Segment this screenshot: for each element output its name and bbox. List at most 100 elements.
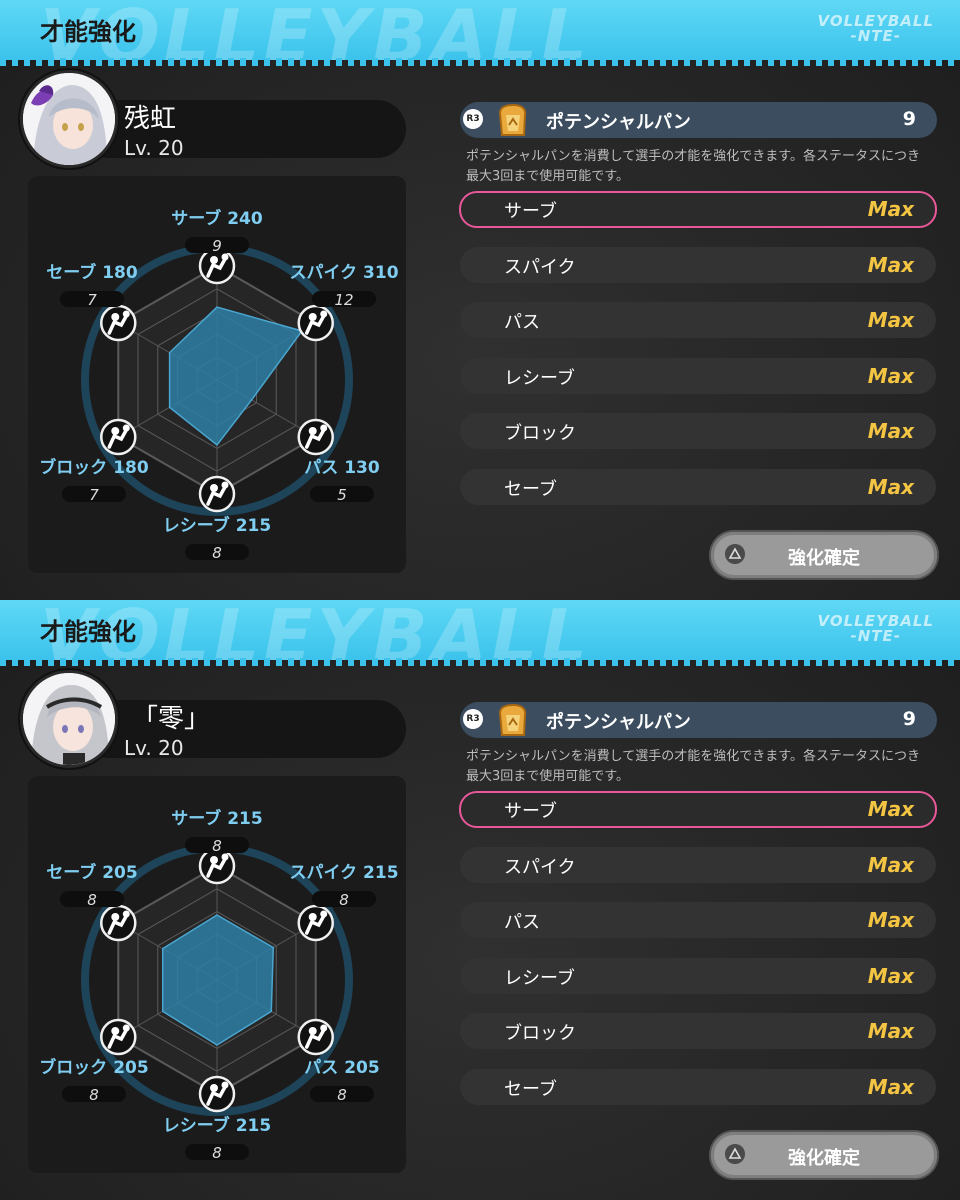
stat-row-label: スパイク bbox=[504, 257, 576, 278]
description-text: ポテンシャルパンを消費して選手の才能を強化できます。各ステータスにつき最大3回ま… bbox=[466, 749, 920, 784]
stat-row-label: ブロック bbox=[504, 423, 576, 444]
max-badge: Max bbox=[867, 1019, 914, 1043]
stat-value: 8 bbox=[89, 1086, 99, 1104]
stat-value: 7 bbox=[89, 486, 99, 504]
max-badge: Max bbox=[867, 964, 914, 988]
max-badge: Max bbox=[867, 908, 914, 932]
stat-row-block[interactable]: ブロック Max bbox=[460, 1013, 936, 1049]
character-level: Lv. 20 bbox=[124, 136, 184, 160]
page-title: 才能強化 bbox=[40, 18, 136, 46]
stat-row-block[interactable]: ブロック Max bbox=[460, 413, 936, 449]
ball bbox=[122, 910, 130, 918]
stat-label: ブロック 180 bbox=[39, 457, 149, 478]
stat-row-receive[interactable]: レシーブ Max bbox=[460, 958, 936, 994]
max-badge: Max bbox=[867, 797, 914, 821]
game-logo: VOLLEYBALL -NTE- bbox=[818, 14, 934, 44]
confirm-enhance-button[interactable]: 強化確定 bbox=[711, 532, 937, 578]
stat-radar-chart: サーブ 240 9 スパイク 310 12 パス 130 5 レシーブ 215 8 ブロック 1… bbox=[39, 208, 398, 562]
ball bbox=[320, 910, 328, 918]
stat-row-pass[interactable]: パス Max bbox=[460, 902, 936, 938]
block-icon bbox=[100, 418, 137, 456]
ball bbox=[320, 1024, 328, 1032]
player-head bbox=[210, 1084, 218, 1092]
page-title: 才能強化 bbox=[40, 618, 136, 646]
stat-row-label: サーブ bbox=[504, 201, 557, 222]
ball bbox=[122, 424, 130, 432]
ball bbox=[221, 1081, 229, 1089]
character-level: Lv. 20 bbox=[124, 736, 184, 760]
max-badge: Max bbox=[867, 308, 914, 332]
potential-bread-bar bbox=[460, 702, 937, 738]
confirm-enhance-button[interactable]: 強化確定 bbox=[711, 1132, 937, 1178]
player-head bbox=[308, 913, 317, 921]
stat-label: レシーブ 215 bbox=[163, 515, 271, 536]
stat-value: 9 bbox=[212, 237, 222, 255]
save-icon bbox=[100, 904, 137, 942]
stat-label: セーブ 180 bbox=[46, 262, 138, 283]
stat-row-spike[interactable]: スパイク Max bbox=[460, 247, 936, 283]
player-head bbox=[308, 427, 317, 435]
character-name: 「零」 bbox=[132, 704, 211, 734]
confirm-enhance-label: 強化確定 bbox=[788, 1148, 860, 1169]
stat-row-pass[interactable]: パス Max bbox=[460, 302, 936, 338]
bread-icon bbox=[498, 703, 527, 736]
bread-icon bbox=[498, 103, 527, 136]
stat-row-save[interactable]: セーブ Max bbox=[460, 1069, 936, 1105]
stat-row-label: レシーブ bbox=[504, 968, 575, 989]
max-badge: Max bbox=[867, 253, 914, 277]
player-head bbox=[210, 856, 218, 864]
header-bar: VOLLEYBALL 才能強化 VOLLEYBALL -NTE- bbox=[0, 0, 960, 60]
stat-row-label: レシーブ bbox=[504, 368, 575, 389]
spike-icon bbox=[297, 304, 334, 342]
max-badge: Max bbox=[867, 197, 914, 221]
game-logo-line2: -NTE- bbox=[850, 627, 901, 645]
stat-row-label: ブロック bbox=[504, 1023, 576, 1044]
max-badge: Max bbox=[867, 419, 914, 443]
player-head bbox=[111, 913, 120, 921]
stat-label: パス 205 bbox=[304, 1058, 379, 1078]
player-head bbox=[308, 1027, 317, 1035]
stat-label: スパイク 310 bbox=[289, 263, 398, 283]
ball bbox=[320, 310, 328, 318]
header-fringe bbox=[0, 658, 960, 666]
r3-button-icon[interactable]: R3 bbox=[463, 109, 483, 129]
stat-row-serve[interactable]: サーブ Max bbox=[459, 791, 937, 828]
item-count: 9 bbox=[902, 708, 916, 730]
player-head bbox=[210, 256, 218, 264]
ball bbox=[221, 481, 229, 489]
stat-row-save[interactable]: セーブ Max bbox=[460, 469, 936, 505]
player-head bbox=[111, 1027, 120, 1035]
stat-row-label: セーブ bbox=[504, 479, 557, 500]
stat-label: ブロック 205 bbox=[39, 1057, 148, 1078]
stat-value: 8 bbox=[212, 544, 222, 562]
stat-value: 8 bbox=[212, 1144, 222, 1162]
stat-value: 8 bbox=[212, 837, 222, 855]
stat-row-receive[interactable]: レシーブ Max bbox=[460, 358, 936, 394]
stat-row-serve[interactable]: サーブ Max bbox=[459, 191, 937, 228]
pass-icon bbox=[297, 1018, 334, 1056]
stat-row-spike[interactable]: スパイク Max bbox=[460, 847, 936, 883]
r3-button-icon[interactable]: R3 bbox=[463, 709, 483, 729]
ball bbox=[122, 1024, 130, 1032]
stat-value: 8 bbox=[337, 1086, 347, 1104]
stat-label: レシーブ 215 bbox=[163, 1115, 271, 1136]
stat-row-label: パス bbox=[504, 912, 540, 933]
stat-label: セーブ 205 bbox=[46, 862, 137, 883]
stat-value: 8 bbox=[339, 891, 349, 909]
pass-icon bbox=[297, 418, 334, 456]
player-head bbox=[210, 484, 218, 492]
ball bbox=[122, 310, 130, 318]
block-icon bbox=[100, 1018, 137, 1056]
character-name: 残虹 bbox=[124, 104, 177, 134]
talent-panel-1: VOLLEYBALL 才能強化 VOLLEYBALL -NTE- 残虹 Lv. … bbox=[0, 0, 960, 600]
player-head bbox=[111, 427, 120, 435]
max-badge: Max bbox=[867, 853, 914, 877]
ball bbox=[221, 253, 229, 261]
stat-row-label: サーブ bbox=[504, 801, 557, 822]
talent-panel-2: VOLLEYBALL 才能強化 VOLLEYBALL -NTE- 「零」 Lv.… bbox=[0, 600, 960, 1200]
stat-row-label: パス bbox=[504, 312, 540, 333]
stat-value: 8 bbox=[87, 891, 97, 909]
player-head bbox=[111, 313, 120, 321]
receive-icon bbox=[198, 1075, 236, 1113]
stat-value: 12 bbox=[334, 291, 353, 309]
